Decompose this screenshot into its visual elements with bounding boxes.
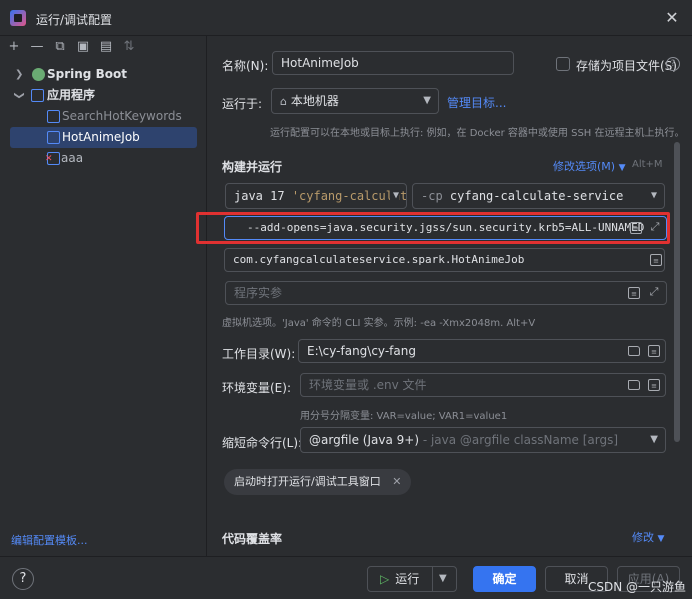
chevron-down-icon[interactable]: ▼ (439, 567, 447, 591)
configuration-tree: ❯ Spring Boot ❯ 应用程序 SearchHotKeywords H… (0, 64, 207, 169)
application-error-icon: ✕ (45, 152, 60, 165)
home-icon: ⌂ (280, 95, 287, 108)
chevron-down-icon: ▼ (618, 163, 626, 173)
main-class-input[interactable]: com.cyfangcalculateservice.spark.HotAnim… (224, 248, 665, 272)
name-input[interactable]: HotAnimeJob (272, 51, 514, 75)
modify-options-shortcut: Alt+M (632, 159, 663, 170)
spring-boot-icon (32, 68, 45, 81)
title-bar: 运行/调试配置 ✕ (0, 0, 692, 36)
cp-value: cyfang-calculate-service (449, 189, 624, 203)
shorten-select[interactable]: @argfile (Java 9+) - java @argfile class… (300, 427, 666, 453)
expand-text-icon[interactable]: ≡ (648, 379, 660, 391)
modify-options-link[interactable]: 修改选项(M) ▼ (553, 158, 626, 174)
classpath-select[interactable]: -cp cyfang-calculate-service ▼ (412, 183, 665, 209)
tree-item-label: HotAnimeJob (62, 130, 140, 144)
coverage-heading: 代码覆盖率 (222, 532, 283, 546)
run-on-label: 运行于: (222, 97, 263, 111)
jdk-value: java 17 (234, 189, 285, 203)
window-title: 运行/调试配置 (36, 13, 113, 27)
jdk-select[interactable]: java 17 'cyfang-calculat ▼ (225, 183, 407, 209)
coverage-modify-label: 修改 (632, 531, 654, 544)
ok-button[interactable]: 确定 (473, 566, 536, 592)
sort-icon[interactable]: ⇅ (119, 38, 139, 56)
expand-text-icon[interactable]: ≡ (630, 222, 642, 234)
application-icon (47, 131, 60, 144)
close-icon[interactable]: ✕ (662, 8, 682, 28)
chevron-down-icon: ▼ (423, 95, 431, 106)
watermark: CSDN @一只游鱼 (588, 580, 687, 594)
run-on-hint: 运行配置可以在本地或目标上执行: 例如，在 Docker 容器中或使用 SSH … (270, 128, 685, 139)
coverage-modify-link[interactable]: 修改 ▼ (632, 529, 664, 545)
chevron-down-icon: ▼ (650, 190, 657, 201)
chip-label: 启动时打开运行/调试工具窗口 (234, 475, 381, 488)
expand-text-icon[interactable]: ≡ (628, 287, 640, 299)
open-tool-window-chip[interactable]: 启动时打开运行/调试工具窗口 ✕ (224, 469, 412, 495)
tree-group-spring-boot[interactable]: ❯ Spring Boot (0, 64, 207, 85)
edit-templates-link[interactable]: 编辑配置模板... (11, 532, 88, 548)
vm-options-hint: 虚拟机选项。'Java' 命令的 CLI 实参。示例: -ea -Xmx2048… (222, 318, 536, 329)
env-label: 环境变量(E): (222, 381, 291, 395)
name-label: 名称(N): (222, 59, 269, 73)
remove-icon[interactable]: — (27, 38, 47, 56)
tree-item-searchhotkeywords[interactable]: SearchHotKeywords (0, 106, 207, 127)
folder-icon[interactable] (628, 380, 640, 390)
expand-diagonal-icon[interactable]: ⤢ (649, 221, 661, 233)
remove-chip-icon[interactable]: ✕ (392, 475, 401, 488)
help-button[interactable]: ? (12, 568, 34, 590)
tree-group-label: 应用程序 (47, 88, 96, 102)
chevron-right-icon[interactable]: ❯ (15, 64, 23, 85)
tree-item-aaa[interactable]: ✕ aaa (0, 148, 207, 169)
env-input[interactable]: 环境变量或 .env 文件 (300, 373, 666, 397)
help-icon[interactable]: ? (666, 57, 680, 71)
scrollbar[interactable] (674, 142, 680, 442)
folder-icon[interactable]: ▤ (96, 38, 116, 56)
workdir-label: 工作目录(W): (222, 347, 296, 361)
store-as-file-checkbox[interactable] (556, 57, 570, 71)
run-on-select[interactable]: ⌂ 本地机器 ▼ (271, 88, 439, 114)
tree-group-application[interactable]: ❯ 应用程序 (0, 85, 207, 106)
tree-group-label: Spring Boot (47, 67, 127, 81)
run-on-value: 本地机器 (290, 94, 339, 108)
save-icon[interactable]: ▣ (73, 38, 93, 56)
chevron-down-icon: ▼ (657, 534, 665, 544)
tree-item-hotanimejob[interactable]: HotAnimeJob (10, 127, 197, 148)
shorten-desc: - java @argfile className [args] (422, 433, 619, 447)
configurations-sidebar: + — ⧉ ▣ ▤ ⇅ ❯ Spring Boot ❯ 应用程序 SearchH… (0, 36, 207, 556)
browse-class-icon[interactable]: ≡ (650, 254, 662, 266)
run-button[interactable]: ▷ 运行 ▼ (367, 566, 457, 592)
play-icon: ▷ (380, 572, 390, 586)
build-run-heading: 构建并运行 (222, 160, 283, 174)
chevron-down-icon: ▼ (650, 434, 658, 445)
store-as-file-label: 存储为项目文件(S) (576, 59, 677, 73)
application-icon (31, 89, 44, 102)
chevron-down-icon[interactable]: ❯ (9, 91, 30, 99)
application-icon (47, 110, 60, 123)
expand-diagonal-icon[interactable]: ⤢ (648, 286, 660, 298)
tree-item-label: SearchHotKeywords (62, 109, 182, 123)
env-hint: 用分号分隔变量: VAR=value; VAR1=value1 (300, 411, 508, 422)
program-args-input[interactable]: 程序实参 (225, 281, 667, 305)
workdir-input[interactable]: E:\cy-fang\cy-fang (298, 339, 666, 363)
folder-icon[interactable] (628, 346, 640, 356)
add-icon[interactable]: + (4, 38, 24, 56)
run-label: 运行 (395, 572, 420, 586)
copy-icon[interactable]: ⧉ (50, 38, 70, 56)
intellij-logo-icon (10, 10, 26, 26)
expand-text-icon[interactable]: ≡ (648, 345, 660, 357)
manage-targets-link[interactable]: 管理目标... (447, 94, 506, 111)
modify-options-label: 修改选项(M) (553, 160, 616, 173)
shorten-label: 缩短命令行(L): (222, 436, 303, 450)
tree-item-label: aaa (61, 151, 84, 165)
cp-prefix: -cp (421, 189, 443, 203)
sidebar-toolbar: + — ⧉ ▣ ▤ ⇅ (4, 38, 139, 58)
shorten-value: @argfile (Java 9+) (309, 433, 419, 447)
vm-options-input[interactable]: --add-opens=java.security.jgss/sun.secur… (224, 216, 667, 240)
chevron-down-icon: ▼ (389, 184, 399, 208)
